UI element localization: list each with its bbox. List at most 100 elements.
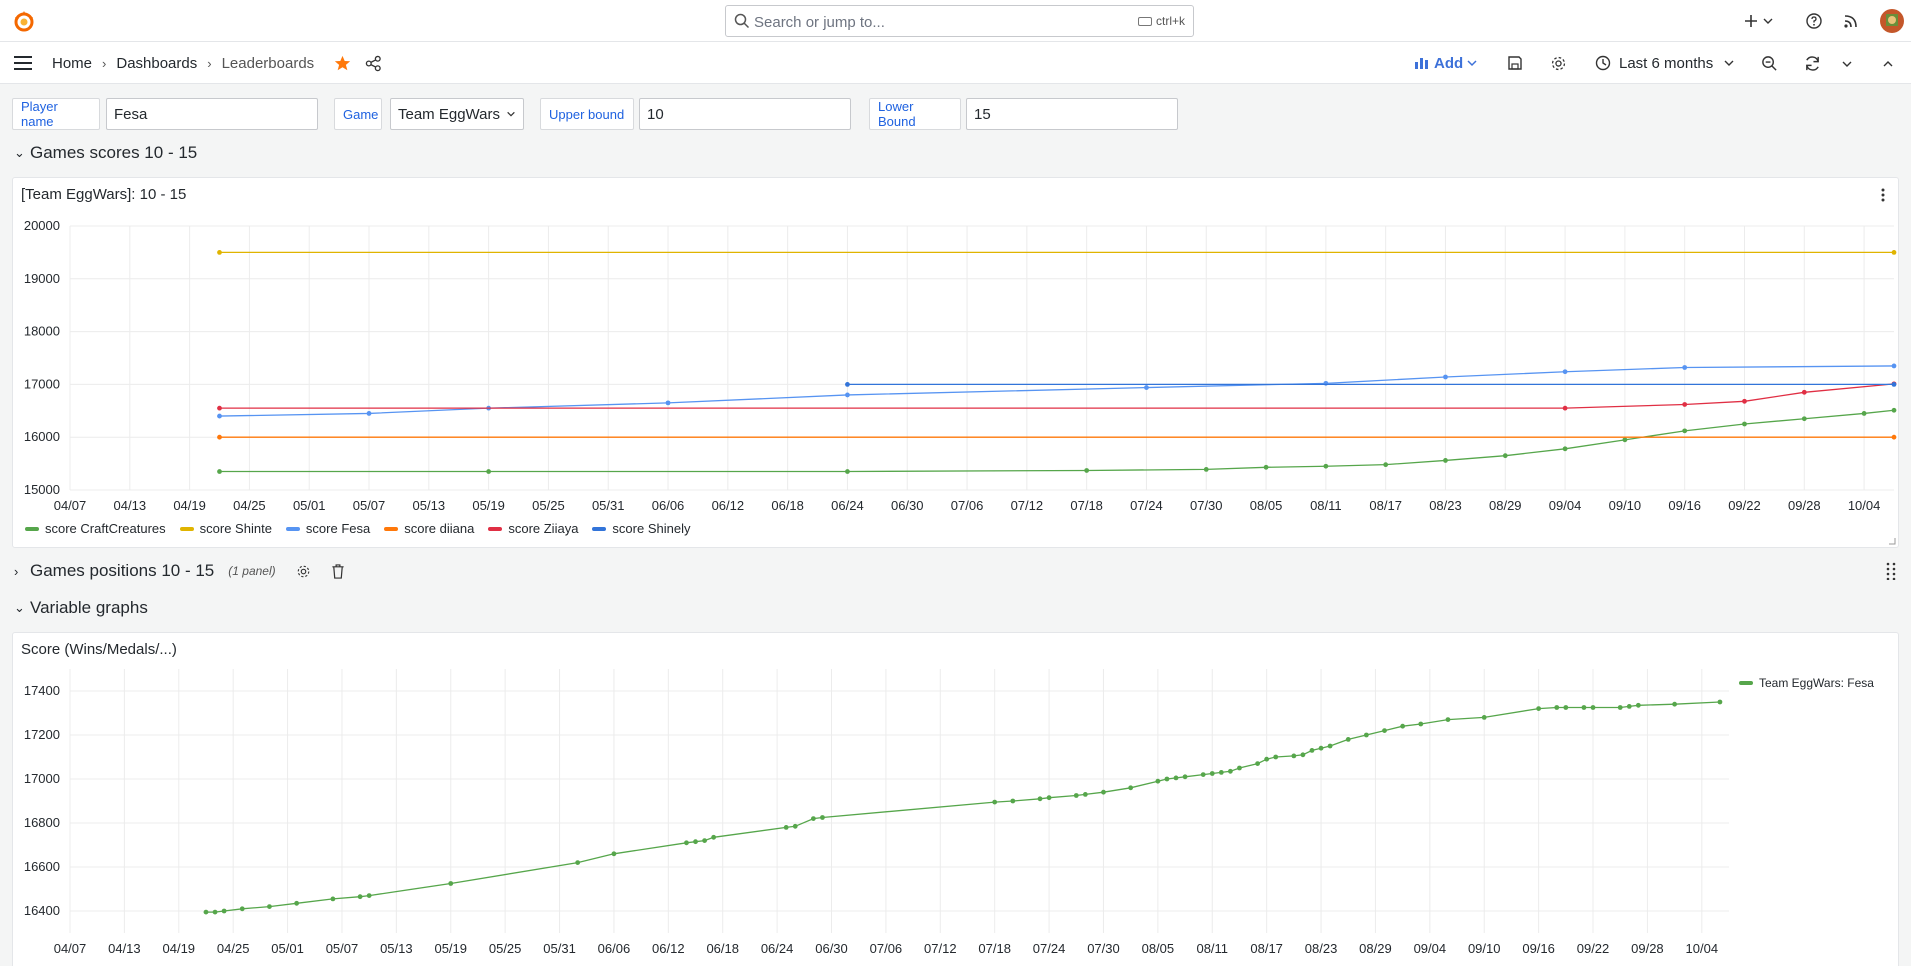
player-name-input[interactable]: Fesa xyxy=(106,98,318,130)
data-point[interactable] xyxy=(1237,765,1242,771)
help-icon[interactable] xyxy=(1806,13,1822,29)
data-point[interactable] xyxy=(212,909,218,915)
zoom-out-icon[interactable] xyxy=(1761,55,1778,72)
legend-item[interactable]: score diiana xyxy=(384,521,474,536)
data-point[interactable] xyxy=(217,413,222,419)
data-point[interactable] xyxy=(1861,411,1867,416)
data-point[interactable] xyxy=(1682,428,1688,434)
data-point[interactable] xyxy=(1742,421,1747,427)
data-point[interactable] xyxy=(575,860,581,865)
data-point[interactable] xyxy=(1536,706,1542,711)
data-point[interactable] xyxy=(693,839,698,845)
data-point[interactable] xyxy=(845,392,850,398)
upper-bound-input[interactable]: 10 xyxy=(639,98,851,130)
data-point[interactable] xyxy=(1101,789,1106,795)
data-point[interactable] xyxy=(1383,462,1389,468)
data-point[interactable] xyxy=(1682,402,1688,407)
data-point[interactable] xyxy=(1622,437,1628,443)
data-point[interactable] xyxy=(267,904,272,909)
data-point[interactable] xyxy=(792,823,798,829)
breadcrumb-dashboards[interactable]: Dashboards xyxy=(116,55,197,72)
new-menu-button[interactable] xyxy=(1744,10,1774,32)
save-icon[interactable] xyxy=(1507,55,1523,71)
data-point[interactable] xyxy=(1264,756,1270,762)
menu-icon[interactable] xyxy=(13,54,33,72)
data-point[interactable] xyxy=(1400,723,1406,729)
data-point[interactable] xyxy=(1418,721,1424,727)
data-point[interactable] xyxy=(1502,453,1508,459)
game-select[interactable]: Team EggWars xyxy=(390,98,524,130)
data-point[interactable] xyxy=(1037,796,1043,802)
data-point[interactable] xyxy=(1590,705,1596,710)
data-point[interactable] xyxy=(1309,748,1315,753)
data-point[interactable] xyxy=(366,893,372,898)
data-point[interactable] xyxy=(217,434,222,440)
legend-label[interactable]: Team EggWars: Fesa xyxy=(1759,676,1874,690)
data-point[interactable] xyxy=(366,411,372,416)
data-point[interactable] xyxy=(1263,464,1269,470)
data-point[interactable] xyxy=(1200,772,1206,777)
data-point[interactable] xyxy=(1073,793,1079,798)
data-point[interactable] xyxy=(1255,761,1260,766)
data-point[interactable] xyxy=(330,896,336,902)
user-avatar[interactable] xyxy=(1880,9,1904,33)
legend-item[interactable]: score Fesa xyxy=(285,521,370,536)
data-point[interactable] xyxy=(1345,737,1351,742)
data-point[interactable] xyxy=(783,825,789,830)
data-point[interactable] xyxy=(1742,398,1747,404)
lower-bound-input[interactable]: 15 xyxy=(966,98,1178,130)
data-point[interactable] xyxy=(1617,705,1623,710)
data-point[interactable] xyxy=(1443,458,1448,463)
row-variable-graphs[interactable]: ⌄ Variable graphs xyxy=(14,596,148,620)
data-point[interactable] xyxy=(1563,705,1569,710)
data-point[interactable] xyxy=(1327,743,1333,749)
data-point[interactable] xyxy=(810,816,816,821)
add-button[interactable]: Add xyxy=(1414,51,1478,75)
data-point[interactable] xyxy=(1273,754,1279,760)
data-point[interactable] xyxy=(1227,768,1233,774)
data-point[interactable] xyxy=(486,469,492,474)
resize-handle-icon[interactable] xyxy=(1888,537,1896,545)
data-point[interactable] xyxy=(702,838,707,843)
data-point[interactable] xyxy=(1717,699,1723,705)
data-point[interactable] xyxy=(1562,446,1568,452)
data-point[interactable] xyxy=(1891,434,1897,440)
data-point[interactable] xyxy=(1318,745,1324,751)
data-point[interactable] xyxy=(992,799,998,805)
data-point[interactable] xyxy=(611,851,617,857)
data-point[interactable] xyxy=(357,894,363,900)
data-point[interactable] xyxy=(217,469,222,474)
data-point[interactable] xyxy=(845,469,850,474)
data-point[interactable] xyxy=(1481,715,1487,720)
data-point[interactable] xyxy=(1891,250,1897,255)
data-point[interactable] xyxy=(1581,705,1587,710)
data-point[interactable] xyxy=(1128,785,1134,791)
drag-handle-icon[interactable] xyxy=(1886,562,1896,580)
data-point[interactable] xyxy=(1082,792,1088,797)
data-point[interactable] xyxy=(1209,771,1215,776)
chevron-down-icon[interactable] xyxy=(1841,58,1853,70)
data-point[interactable] xyxy=(239,906,245,912)
data-point[interactable] xyxy=(1891,363,1897,369)
data-point[interactable] xyxy=(1218,770,1224,775)
search-input[interactable]: Search or jump to... ctrl+k xyxy=(725,5,1194,37)
breadcrumb-home[interactable]: Home xyxy=(52,55,92,72)
rss-icon[interactable] xyxy=(1843,13,1859,29)
data-point[interactable] xyxy=(221,908,227,914)
data-point[interactable] xyxy=(1626,704,1632,709)
data-point[interactable] xyxy=(820,815,825,820)
legend-item[interactable]: score CraftCreatures xyxy=(25,521,166,536)
data-point[interactable] xyxy=(1562,405,1568,411)
data-point[interactable] xyxy=(1562,369,1568,375)
data-point[interactable] xyxy=(1363,732,1369,738)
data-point[interactable] xyxy=(845,382,850,387)
row-delete-icon[interactable] xyxy=(331,563,345,579)
data-point[interactable] xyxy=(1445,717,1451,722)
row-games-positions[interactable]: › Games positions 10 - 15 (1 panel) xyxy=(14,559,345,583)
data-point[interactable] xyxy=(448,881,454,886)
data-point[interactable] xyxy=(217,250,222,255)
data-point[interactable] xyxy=(1300,752,1306,758)
data-point[interactable] xyxy=(217,405,222,411)
data-point[interactable] xyxy=(1323,463,1329,469)
refresh-icon[interactable] xyxy=(1804,55,1821,72)
